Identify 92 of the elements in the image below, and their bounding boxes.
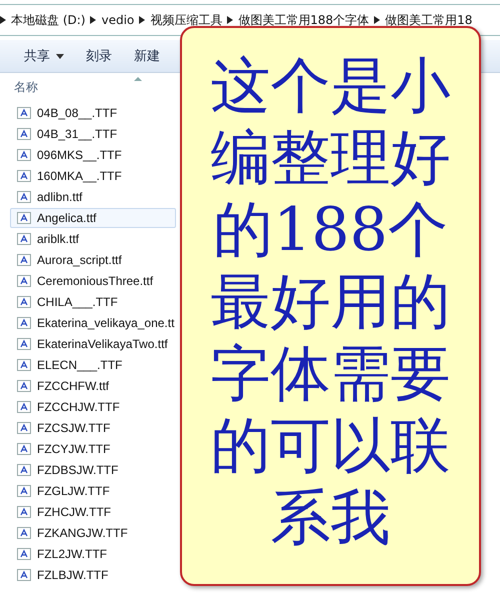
file-name: FZCCHJW.TTF [37, 400, 120, 414]
file-name: FZL2JW.TTF [37, 547, 107, 561]
file-row[interactable]: FZL2JW.TTF [10, 544, 176, 564]
file-row[interactable]: FZLBJW.TTF [10, 565, 176, 585]
chevron-icon[interactable] [227, 16, 234, 24]
file-name: adlibn.ttf [37, 190, 82, 204]
caret-icon [56, 54, 64, 58]
callout-text: 编整理好 [210, 122, 450, 194]
file-name: Angelica.ttf [37, 211, 96, 225]
font-file-icon [17, 128, 31, 140]
chevron-icon[interactable] [374, 16, 380, 24]
file-name: 096MKS__.TTF [37, 148, 122, 162]
font-file-icon [17, 506, 31, 518]
font-file-icon [17, 149, 31, 161]
breadcrumb-item[interactable]: 视频压缩工具 [150, 12, 222, 28]
toolbar-button[interactable]: 刻录 [78, 43, 120, 69]
file-name: CHILA___.TTF [37, 295, 118, 309]
file-row[interactable]: ELECN___.TTF [10, 355, 176, 375]
file-row[interactable]: ariblk.ttf [10, 229, 176, 249]
font-file-icon [17, 191, 31, 203]
file-row[interactable]: 04B_08__.TTF [10, 103, 176, 123]
file-name: ariblk.ttf [37, 232, 80, 246]
file-name: FZGLJW.TTF [37, 484, 110, 498]
file-name: 04B_08__.TTF [37, 106, 118, 120]
file-row[interactable]: CHILA___.TTF [10, 292, 176, 312]
font-file-icon [17, 527, 31, 539]
callout-text: 字体需要 [210, 338, 450, 410]
file-row[interactable]: FZCCHFW.ttf [10, 376, 176, 396]
chevron-icon[interactable] [0, 16, 6, 24]
toolbar-button[interactable]: 共享 [16, 43, 72, 69]
font-file-icon [17, 422, 31, 434]
toolbar-button[interactable]: 新建 [126, 43, 168, 69]
breadcrumb-item[interactable]: 本地磁盘 (D:) [11, 12, 86, 28]
file-name: CeremoniousThree.ttf [37, 274, 154, 288]
file-row[interactable]: EkaterinaVelikayaTwo.ttf [10, 334, 176, 354]
font-file-icon [17, 485, 31, 497]
font-file-icon [17, 107, 31, 119]
callout-text: 的188个 [213, 194, 448, 266]
callout-text: 的可以联 [210, 410, 450, 482]
file-name: 160MKA__.TTF [37, 169, 122, 183]
font-file-icon [17, 443, 31, 455]
file-row[interactable]: FZDBSJW.TTF [10, 460, 176, 480]
file-row[interactable]: Angelica.ttf [10, 208, 176, 228]
file-row[interactable]: FZGLJW.TTF [10, 481, 176, 501]
breadcrumb-item[interactable]: 做图美工常用188个字体 [238, 12, 370, 28]
breadcrumb-item[interactable]: vedio [101, 13, 134, 27]
font-file-icon [17, 317, 31, 329]
font-file-icon [17, 212, 31, 224]
file-name: Aurora_script.ttf [37, 253, 122, 267]
font-file-icon [17, 464, 31, 476]
file-row[interactable]: 04B_31__.TTF [10, 124, 176, 144]
font-file-icon [17, 275, 31, 287]
file-name: FZCSJW.TTF [37, 421, 110, 435]
font-file-icon [17, 170, 31, 182]
file-name: EkaterinaVelikayaTwo.ttf [37, 337, 168, 351]
breadcrumb-item[interactable]: 做图美工常用18 [385, 12, 472, 28]
file-name: FZCYJW.TTF [37, 442, 110, 456]
font-file-icon [17, 401, 31, 413]
font-file-icon [17, 548, 31, 560]
font-file-icon [17, 569, 31, 581]
file-row[interactable]: Aurora_script.ttf [10, 250, 176, 270]
chevron-icon[interactable] [90, 16, 96, 24]
file-name: FZHCJW.TTF [37, 505, 111, 519]
file-name: FZDBSJW.TTF [37, 463, 118, 477]
file-row[interactable]: FZCSJW.TTF [10, 418, 176, 438]
file-row[interactable]: FZCYJW.TTF [10, 439, 176, 459]
font-file-icon [17, 380, 31, 392]
file-name: FZCCHFW.ttf [37, 379, 109, 393]
font-file-icon [17, 338, 31, 350]
file-row[interactable]: adlibn.ttf [10, 187, 176, 207]
font-file-icon [17, 233, 31, 245]
file-name: Ekaterina_velikaya_one.tt [37, 316, 174, 330]
font-file-icon [17, 254, 31, 266]
callout-text: 这个是小 [210, 50, 450, 122]
file-row[interactable]: FZHCJW.TTF [10, 502, 176, 522]
chevron-icon[interactable] [139, 16, 146, 24]
file-name: 04B_31__.TTF [37, 127, 118, 141]
callout-text: 系我 [270, 482, 390, 554]
file-row[interactable]: 160MKA__.TTF [10, 166, 176, 186]
file-name: ELECN___.TTF [37, 358, 122, 372]
file-row[interactable]: FZCCHJW.TTF [10, 397, 176, 417]
font-file-icon [17, 296, 31, 308]
font-file-icon [17, 359, 31, 371]
file-row[interactable]: CeremoniousThree.ttf [10, 271, 176, 291]
column-header[interactable]: 名称 [14, 78, 38, 96]
file-row[interactable]: 096MKS__.TTF [10, 145, 176, 165]
file-row[interactable]: FZKANGJW.TTF [10, 523, 176, 543]
sort-arrow-icon [134, 77, 142, 81]
file-name: FZLBJW.TTF [37, 568, 108, 582]
file-name: FZKANGJW.TTF [37, 526, 128, 540]
callout-text: 最好用的 [210, 266, 450, 338]
file-row[interactable]: Ekaterina_velikaya_one.tt [10, 313, 176, 333]
